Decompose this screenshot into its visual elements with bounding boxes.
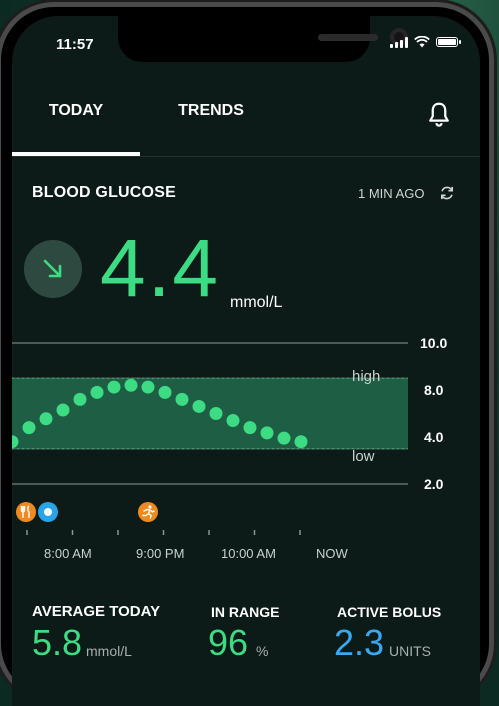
y-tick-10: 10.0 [420, 335, 448, 351]
y-tick-4: 4.0 [424, 429, 444, 445]
glucose-unit: mmol/L [230, 294, 283, 311]
glucose-point [209, 407, 223, 420]
glucose-point [73, 392, 87, 406]
band-label-high: high [352, 368, 381, 385]
wifi-icon [414, 36, 430, 48]
glucose-point [22, 421, 36, 435]
insulin-event-marker[interactable] [38, 502, 58, 522]
arrow-down-right-icon [43, 259, 62, 278]
glucose-point [90, 385, 104, 399]
stat-label-in-range: IN RANGE [211, 604, 280, 620]
x-label-1: 9:00 PM [136, 546, 185, 561]
runner-icon [142, 505, 155, 519]
glucose-point [124, 378, 138, 392]
glucose-point [294, 435, 308, 449]
stat-label-active-bolus: ACTIVE BOLUS [337, 604, 442, 620]
glucose-point [107, 380, 121, 394]
x-label-0: 8:00 AM [44, 546, 92, 561]
tab-trends[interactable]: TRENDS [142, 90, 280, 154]
glucose-point [192, 399, 206, 413]
cellular-signal-icon [390, 36, 408, 48]
stat-unit-active-bolus: UNITS [389, 643, 431, 659]
glucose-point [277, 431, 291, 445]
x-label-3: NOW [316, 546, 348, 561]
last-updated: 1 MIN AGO [358, 186, 425, 201]
stat-value-in-range: 96 [208, 622, 249, 663]
y-tick-8: 8.0 [424, 382, 444, 398]
blood-glucose-title: BLOOD GLUCOSE [32, 184, 176, 201]
dot-icon [44, 508, 52, 516]
stat-value-active-bolus: 2.3 [334, 622, 385, 663]
glucose-point [243, 421, 257, 435]
glucose-point [39, 412, 53, 426]
glucose-point [141, 380, 155, 394]
speaker [318, 34, 378, 41]
meal-event-marker[interactable] [16, 502, 36, 522]
battery-icon [436, 37, 461, 47]
stat-unit-average: mmol/L [86, 643, 132, 659]
stat-value-average: 5.8 [32, 622, 83, 663]
glucose-point [175, 392, 189, 406]
tab-today[interactable]: TODAY [12, 90, 140, 154]
refresh-icon[interactable] [438, 184, 456, 202]
bell-icon[interactable] [424, 100, 454, 130]
status-icons [390, 36, 461, 48]
app-screen: 11:57 TODAY TRENDS BLOOD GLUCOSE 1 MIN A… [12, 16, 480, 706]
glucose-chart [12, 342, 408, 535]
x-label-2: 10:00 AM [221, 546, 276, 561]
band-label-low: low [352, 448, 375, 465]
glucose-value: 4.4 [100, 223, 220, 314]
stat-unit-in-range: % [256, 643, 269, 659]
stat-label-average: AVERAGE TODAY [32, 603, 161, 620]
tab-bar: TODAY TRENDS [12, 90, 480, 157]
status-time: 11:57 [56, 36, 94, 53]
glucose-point [56, 403, 70, 417]
phone-frame: 11:57 TODAY TRENDS BLOOD GLUCOSE 1 MIN A… [0, 2, 494, 706]
trend-indicator [24, 240, 82, 298]
glucose-point [226, 414, 240, 428]
active-tab-indicator [12, 152, 140, 156]
y-tick-2: 2.0 [424, 476, 444, 492]
notch [118, 16, 408, 62]
exercise-event-marker[interactable] [138, 502, 158, 522]
glucose-point [158, 385, 172, 399]
fork-knife-icon [20, 505, 30, 518]
glucose-point [260, 426, 274, 440]
